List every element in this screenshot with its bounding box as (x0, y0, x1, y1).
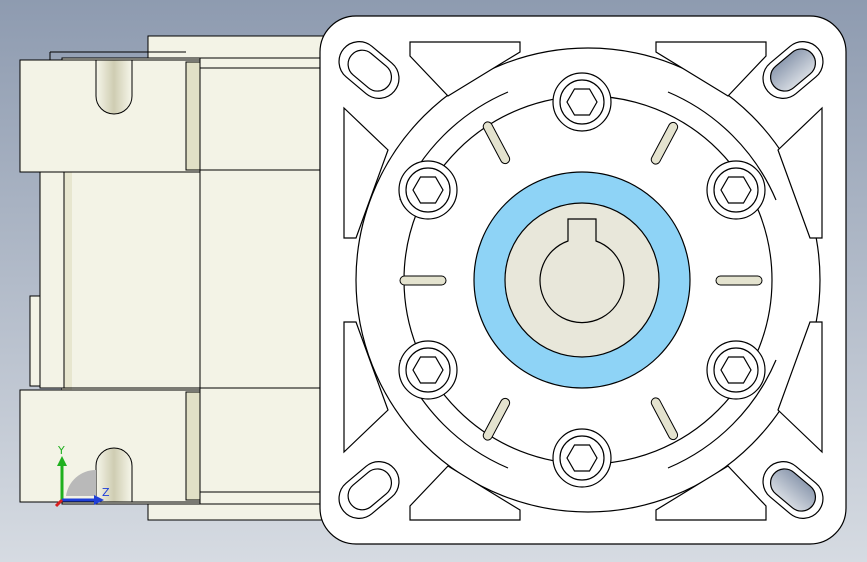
cad-drawing[interactable]: Y Z (0, 0, 867, 562)
bolt-upper-left[interactable] (398, 160, 458, 220)
bolt-lower-left[interactable] (398, 340, 458, 400)
bolt-upper-right[interactable] (706, 160, 766, 220)
output-bore[interactable] (473, 171, 691, 389)
top-mounting-block[interactable] (19, 51, 201, 173)
z-axis-label: Z (102, 486, 110, 499)
bottom-mounting-block[interactable] (19, 389, 201, 503)
bolt-bottom[interactable] (552, 428, 612, 488)
bolt-lower-right[interactable] (706, 340, 766, 400)
bolt-top[interactable] (552, 72, 612, 132)
y-axis-label: Y (57, 444, 65, 457)
cad-viewport[interactable]: Y Z (0, 0, 867, 562)
